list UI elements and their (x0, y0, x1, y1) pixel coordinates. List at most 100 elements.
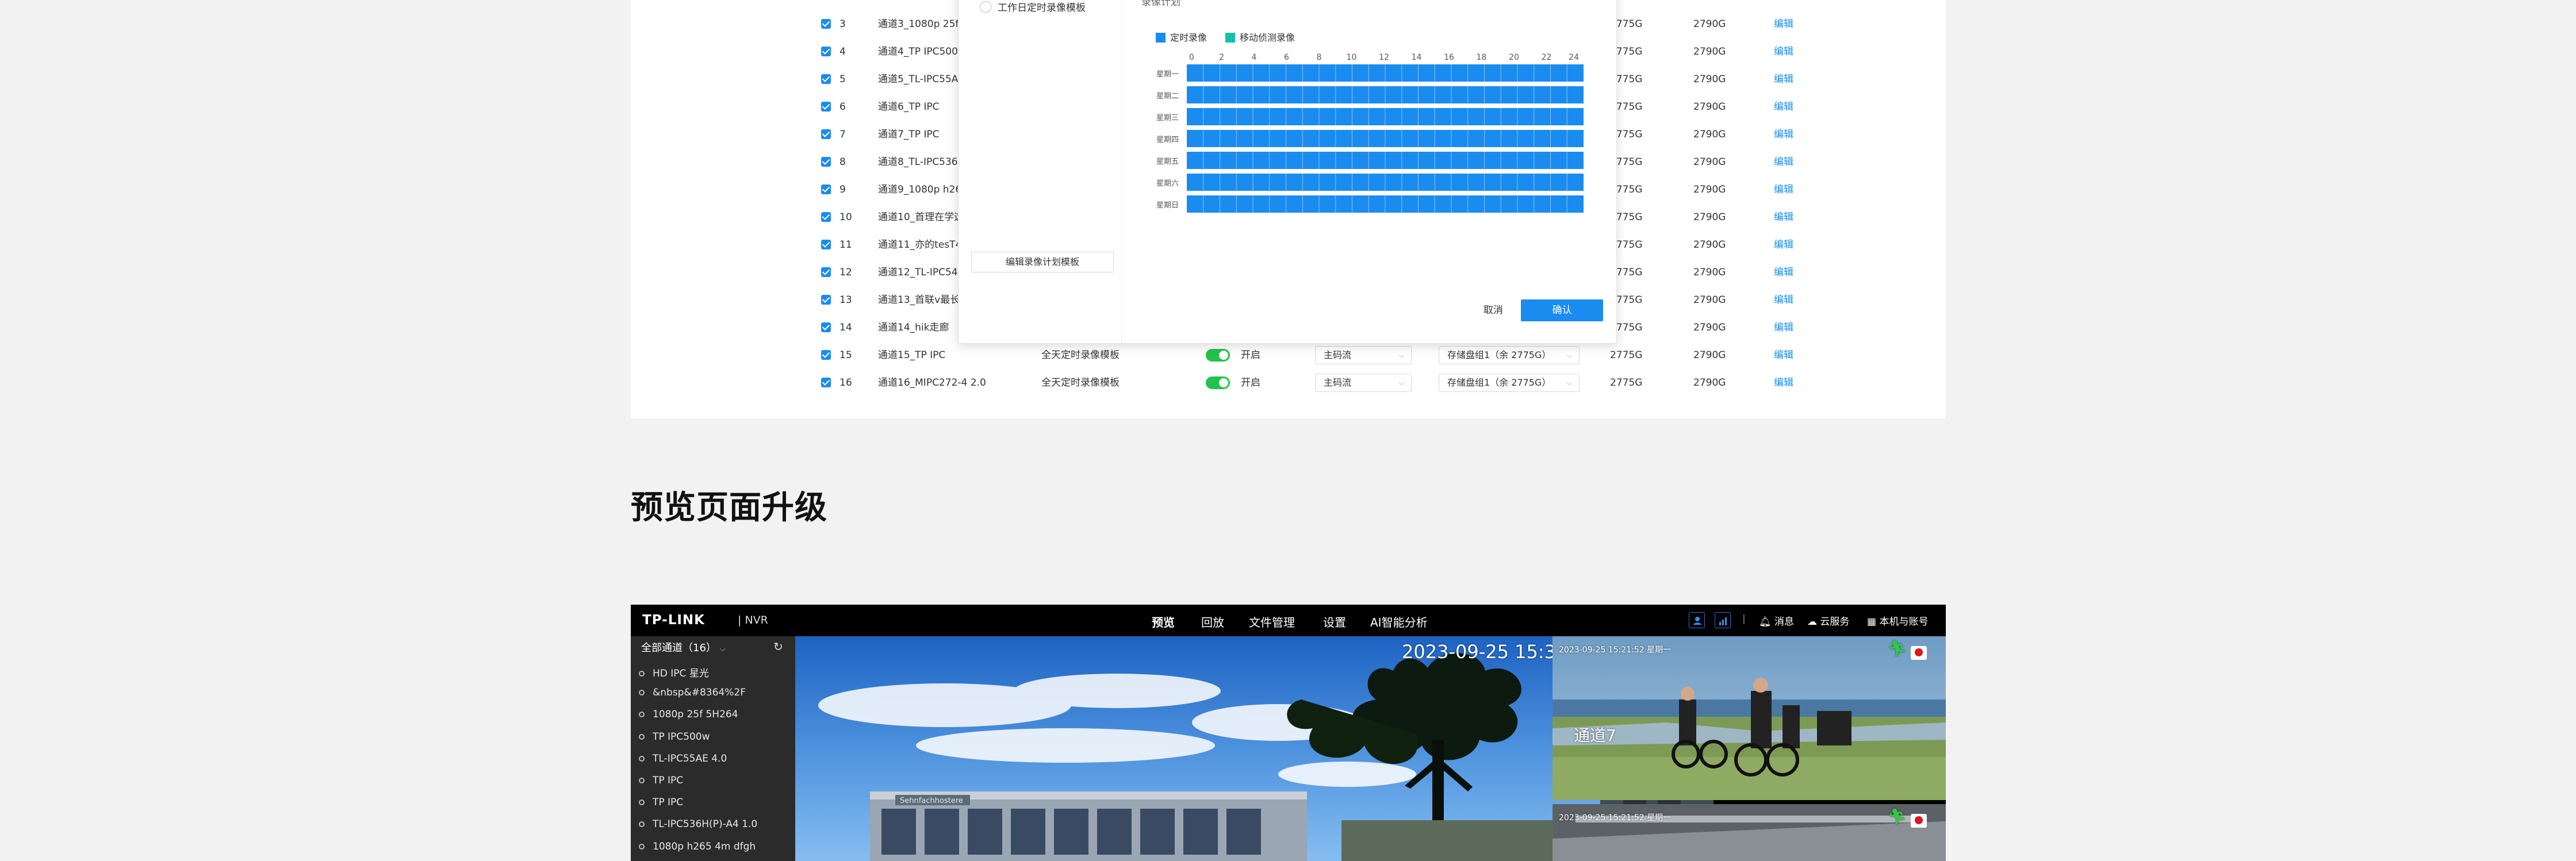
edit-link[interactable]: 编辑 (1774, 121, 1793, 148)
capacity-value: 2775G (1610, 377, 1643, 389)
tile2-record-icon (1911, 814, 1927, 828)
channel-dropdown[interactable]: 全部通道（16） ⌵ (641, 640, 726, 655)
row-checkbox[interactable] (821, 47, 831, 56)
chevron-down-icon: ⌵ (719, 645, 726, 654)
row-checkbox[interactable] (821, 267, 831, 277)
row-checkbox[interactable] (821, 378, 831, 387)
remaining-value: 2790G (1693, 74, 1726, 85)
row-checkbox[interactable] (821, 322, 831, 332)
storage-value: 存储盘组1（余 2775G） (1447, 377, 1551, 388)
cloud-service-button[interactable]: ☁ 云服务 (1807, 613, 1849, 628)
message-label: 消息 (1774, 616, 1794, 628)
sidebar-channel-item[interactable]: HD IPC 星光 (639, 665, 709, 679)
hour-tick-label: 12 (1379, 53, 1389, 62)
nav-playback[interactable]: 回放 (1201, 613, 1224, 630)
channel-index: 10 (839, 212, 852, 223)
row-checkbox[interactable] (821, 74, 831, 84)
legend-timed-label: 定时录像 (1170, 32, 1208, 43)
nvr-top-bar: TP-LINK | NVR 预览 回放 文件管理 设置 AI智能分析 | 🔔︎ … (631, 605, 1946, 636)
signal-icon[interactable] (1715, 612, 1731, 628)
edit-link[interactable]: 编辑 (1774, 148, 1793, 176)
nav-preview[interactable]: 预览 (1152, 613, 1175, 630)
sidebar-channel-label: TL-IPC536H(P)-A4 1.0 (653, 818, 758, 831)
template-radio[interactable] (980, 1, 991, 13)
sidebar-channel-item[interactable]: 1080p 25f 5H264 (639, 709, 738, 720)
sidebar-channel-label: TP IPC (653, 797, 684, 809)
user-icon[interactable] (1689, 612, 1705, 628)
edit-link[interactable]: 编辑 (1774, 10, 1793, 38)
sidebar-channel-item[interactable]: TL-IPC55AE 4.0 (639, 753, 727, 764)
hour-tick-label: 10 (1347, 53, 1357, 62)
record-toggle[interactable] (1206, 376, 1230, 389)
row-checkbox[interactable] (821, 240, 831, 249)
legend-motion-label: 移动侦测录像 (1240, 32, 1295, 43)
sidebar-channel-item[interactable]: TL-IPC536H(P)-A4 1.0 (639, 818, 757, 830)
edit-link[interactable]: 编辑 (1774, 286, 1793, 314)
record-template[interactable]: 全天定时录像模板 (1041, 369, 1120, 397)
row-checkbox[interactable] (821, 350, 831, 360)
account-label: 本机与账号 (1879, 616, 1929, 628)
channel-index: 5 (839, 74, 846, 85)
edit-link[interactable]: 编辑 (1774, 314, 1793, 341)
tile2-timestamp: 2023-09-25 15:21:52 星期一 (1559, 813, 1672, 822)
legend-timed: 定时录像 (1156, 32, 1207, 44)
row-checkbox[interactable] (821, 102, 831, 112)
hour-tick-label: 6 (1284, 53, 1289, 62)
sidebar-channel-item[interactable]: TP IPC500w (639, 731, 710, 743)
camera-icon (639, 778, 645, 783)
edit-link[interactable]: 编辑 (1774, 259, 1793, 286)
edit-link[interactable]: 编辑 (1774, 38, 1793, 66)
sidebar-channel-item[interactable]: TP IPC (639, 775, 683, 786)
stream-select[interactable]: 主码流 ⌵ (1315, 374, 1412, 392)
legend-timed-swatch (1156, 33, 1166, 43)
nav-settings[interactable]: 设置 (1323, 613, 1346, 630)
edit-link[interactable]: 编辑 (1774, 93, 1793, 121)
row-checkbox[interactable] (821, 212, 831, 222)
confirm-button[interactable]: 确认 (1521, 299, 1603, 321)
bell-icon: 🔔︎ (1759, 616, 1772, 628)
record-toggle[interactable] (1206, 349, 1230, 362)
sidebar-channel-item[interactable]: TP IPC (639, 797, 683, 808)
day-label: 星期四 (1156, 136, 1179, 144)
sidebar-channel-item[interactable]: &nbsp&#8364%2F (639, 687, 746, 698)
row-checkbox[interactable] (821, 157, 831, 167)
edit-link[interactable]: 编辑 (1774, 231, 1793, 259)
edit-plan-template-button[interactable]: 编辑录像计划模板 (971, 252, 1114, 272)
edit-link[interactable]: 编辑 (1774, 203, 1793, 231)
table-row: 15 通道15_TP IPC 全天定时录像模板 开启 主码流 ⌵ 存储盘组1（余 2775G… (631, 341, 1946, 369)
camera-icon (639, 755, 645, 762)
nav-file-management[interactable]: 文件管理 (1249, 613, 1295, 630)
storage-select[interactable]: 存储盘组1（余 2775G） ⌵ (1439, 346, 1580, 364)
row-checkbox[interactable] (821, 184, 831, 194)
row-checkbox[interactable] (821, 19, 831, 29)
chevron-down-icon: ⌵ (1566, 379, 1572, 387)
remaining-value: 2790G (1693, 239, 1726, 251)
account-button[interactable]: ▦ 本机与账号 (1867, 613, 1928, 628)
chevron-down-icon: ⌵ (1398, 379, 1404, 387)
remaining-value: 2790G (1693, 267, 1726, 278)
stream-value: 主码流 (1324, 377, 1352, 388)
cancel-button[interactable]: 取消 (1462, 299, 1524, 321)
channel-index: 16 (839, 377, 852, 389)
edit-link[interactable]: 编辑 (1774, 66, 1793, 93)
edit-link[interactable]: 编辑 (1774, 341, 1793, 369)
camera-icon (639, 843, 645, 850)
row-checkbox[interactable] (821, 295, 831, 305)
live-tile-channel-7[interactable] (1552, 636, 1946, 800)
storage-select[interactable]: 存储盘组1（余 2775G） ⌵ (1439, 374, 1580, 392)
hour-axis: 0 2 4 6 8 10 12 14 16 18 20 22 24 (1189, 53, 1579, 62)
tp-link-logo: TP-LINK (642, 613, 705, 628)
nav-ai-analysis[interactable]: AI智能分析 (1370, 613, 1428, 630)
tile1-timestamp: 2023-09-25 15:21:52 星期一 (1559, 645, 1672, 655)
remaining-value: 2790G (1693, 212, 1726, 223)
schedule-grid[interactable] (1187, 64, 1584, 213)
sidebar-channel-label: HD IPC 星光 (653, 668, 709, 679)
row-checkbox[interactable] (821, 129, 831, 139)
message-button[interactable]: 🔔︎ 消息 (1759, 613, 1794, 628)
edit-link[interactable]: 编辑 (1774, 369, 1793, 397)
edit-link[interactable]: 编辑 (1774, 176, 1793, 203)
stream-select[interactable]: 主码流 ⌵ (1315, 346, 1412, 364)
refresh-icon[interactable]: ↻ (773, 640, 783, 654)
record-template[interactable]: 全天定时录像模板 (1041, 341, 1120, 369)
sidebar-channel-item[interactable]: 1080p h265 4m dfgh (639, 841, 756, 852)
